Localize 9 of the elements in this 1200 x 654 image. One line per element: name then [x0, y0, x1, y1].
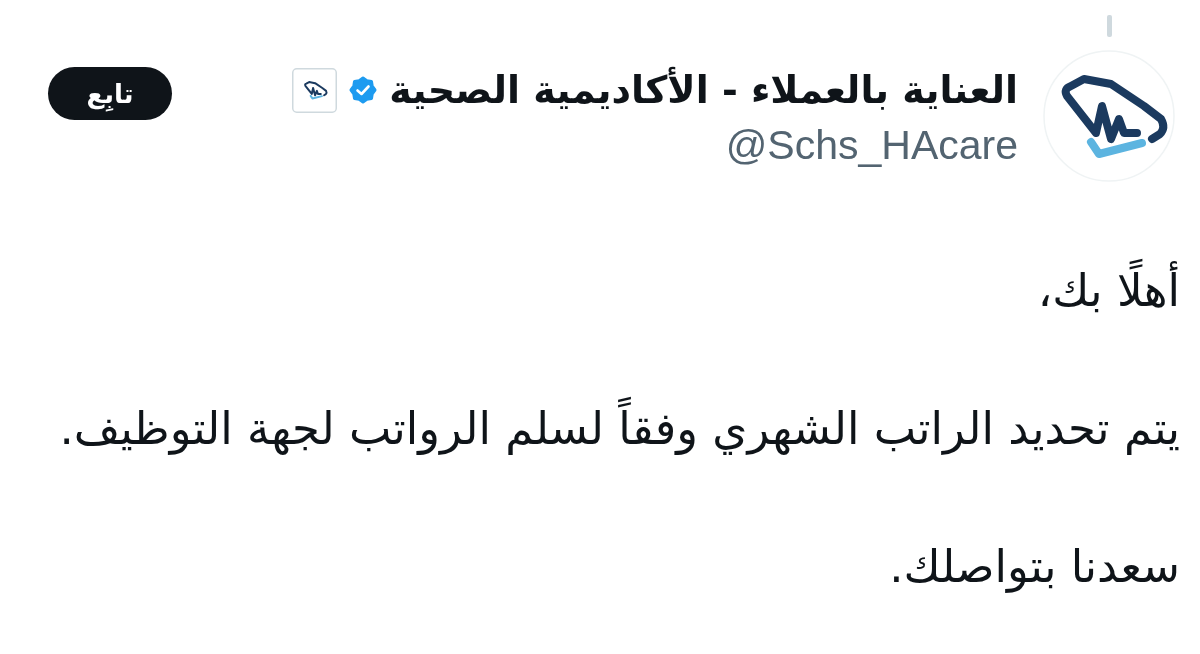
follow-button[interactable]: تابِع: [48, 67, 172, 120]
tweet-text: سعدنا بتواصلك.: [888, 539, 1180, 595]
account-name[interactable]: العناية بالعملاء - الأكاديمية الصحية: [389, 66, 1018, 114]
avatar-logo-icon[interactable]: [1043, 50, 1175, 182]
affiliate-logo-icon[interactable]: [292, 67, 338, 113]
account-handle[interactable]: @Schs_HAcare: [725, 121, 1018, 169]
thread-line: [1106, 15, 1112, 37]
tweet-text: أهلًا بك،: [8, 256, 1180, 326]
tweet-text: يتم تحديد الراتب الشهري وفقاً لسلم الرواتب لجهة التوظيف.: [8, 394, 1180, 464]
